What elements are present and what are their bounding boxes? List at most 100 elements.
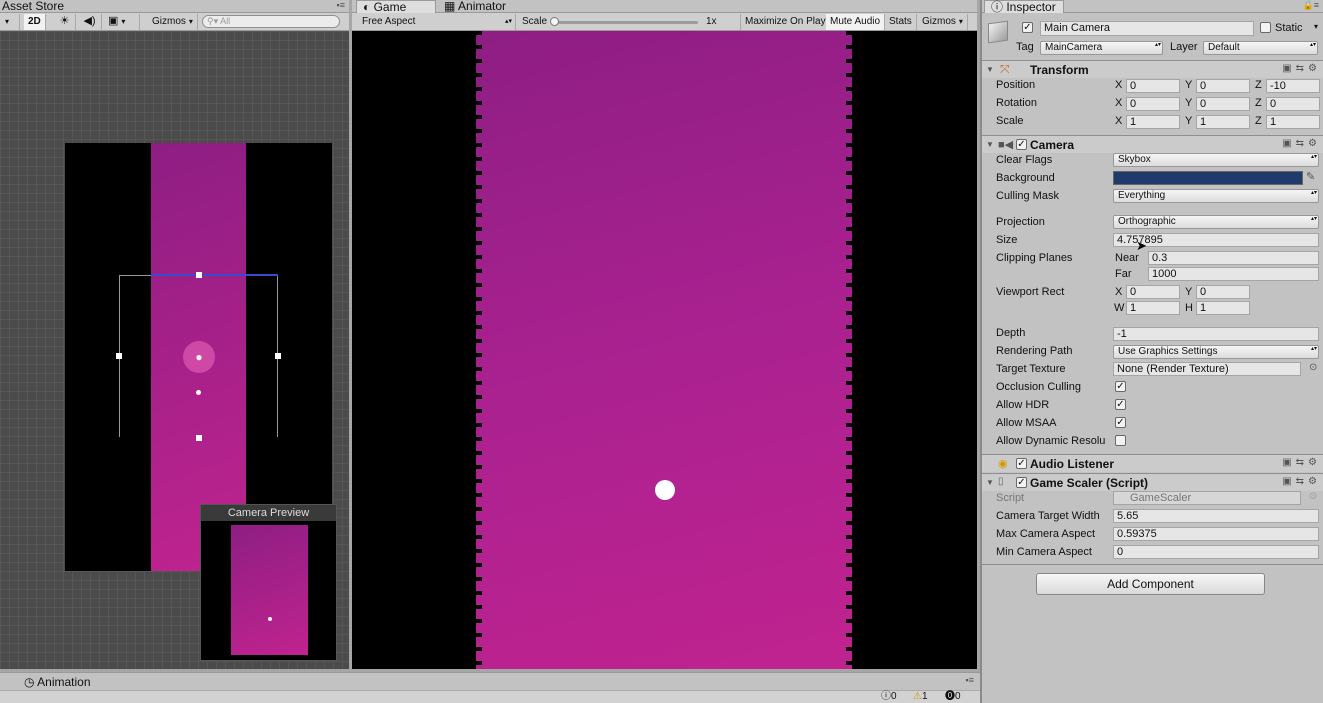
rect-handle-top[interactable] <box>196 272 202 278</box>
static-dropdown[interactable] <box>1311 21 1318 31</box>
panel-menu-icon[interactable]: ▪≡ <box>337 0 345 10</box>
component-settings-icons[interactable]: ▣⇆⚙ <box>1282 63 1321 74</box>
scl-x-label: X <box>1115 115 1123 127</box>
max-camera-aspect-field[interactable]: 0.59375 <box>1113 527 1319 541</box>
effects-dropdown-icon[interactable]: ▣ <box>104 14 140 30</box>
rect-handle-left[interactable] <box>116 353 122 359</box>
script-label: Script <box>996 492 1025 504</box>
add-component-button[interactable]: Add Component <box>1036 573 1265 595</box>
scene-search-input[interactable]: ⚲▾ All <box>202 15 340 28</box>
warning-count[interactable]: ⚠1 <box>913 691 928 703</box>
game-scaler-settings-icons[interactable]: ▣⇆⚙ <box>1282 476 1321 487</box>
aspect-dropdown[interactable]: Free Aspect ▴▾ <box>358 14 516 30</box>
rotation-z-field[interactable]: 0 <box>1266 97 1320 111</box>
scale-x-field[interactable]: 1 <box>1126 115 1180 129</box>
near-label: Near <box>1115 252 1139 264</box>
projection-dropdown[interactable]: Orthographic <box>1113 215 1319 229</box>
layer-dropdown[interactable]: Default <box>1203 41 1318 55</box>
scale-label: Scale <box>996 115 1024 127</box>
rect-handle-right[interactable] <box>275 353 281 359</box>
far-label: Far <box>1115 268 1132 280</box>
audio-listener-settings-icons[interactable]: ▣⇆⚙ <box>1282 457 1321 468</box>
camera-settings-icons[interactable]: ▣⇆⚙ <box>1282 138 1321 149</box>
tab-asset-store[interactable]: Asset Store <box>0 0 70 13</box>
rotation-y-field[interactable]: 0 <box>1196 97 1250 111</box>
error-count[interactable]: ⓿0 <box>945 691 961 703</box>
scene-gizmos-dropdown[interactable]: Gizmos <box>148 14 198 30</box>
rot-z-label: Z <box>1255 97 1262 109</box>
position-y-field[interactable]: 0 <box>1196 79 1250 93</box>
stats-button[interactable]: Stats <box>885 14 917 30</box>
target-texture-field[interactable]: None (Render Texture) <box>1113 362 1301 376</box>
animation-menu-icon[interactable]: ▪≡ <box>966 675 974 685</box>
maximize-on-play-button[interactable]: Maximize On Play <box>740 14 831 30</box>
warning-icon: ⚠ <box>913 691 922 702</box>
audio-toggle-icon[interactable]: ◀) <box>78 14 102 30</box>
max-camera-aspect-label: Max Camera Aspect <box>996 528 1096 540</box>
object-name-field[interactable]: Main Camera <box>1040 21 1254 36</box>
occlusion-culling-checkbox[interactable]: ✓ <box>1115 381 1126 392</box>
position-x-field[interactable]: 0 <box>1126 79 1180 93</box>
min-camera-aspect-field[interactable]: 0 <box>1113 545 1319 559</box>
shading-mode-dropdown[interactable] <box>0 14 20 30</box>
camera-header[interactable]: ▼ ■◀ ✓ Camera ▣⇆⚙ <box>982 135 1323 153</box>
scale-z-field[interactable]: 1 <box>1266 115 1320 129</box>
transform-foldout-icon[interactable]: ▼ <box>986 65 994 74</box>
transform-header[interactable]: ▼ ⤧ Transform ▣⇆⚙ <box>982 60 1323 78</box>
scene-view[interactable]: ● Camera Preview <box>0 31 349 669</box>
depth-label: Depth <box>996 327 1026 339</box>
rect-handle-bottom[interactable] <box>196 435 202 441</box>
allow-hdr-checkbox[interactable]: ✓ <box>1115 399 1126 410</box>
rot-x-label: X <box>1115 97 1123 109</box>
object-picker-icon[interactable]: ⊙ <box>1309 362 1317 373</box>
game-scaler-checkbox[interactable]: ✓ <box>1016 477 1027 488</box>
scale-slider-thumb[interactable] <box>550 17 559 26</box>
position-z-field[interactable]: -10 <box>1266 79 1320 93</box>
viewport-y-field[interactable]: 0 <box>1196 285 1250 299</box>
mute-audio-button[interactable]: Mute Audio <box>826 14 886 30</box>
audio-listener-header[interactable]: ◉ ✓ Audio Listener ▣⇆⚙ <box>982 454 1323 472</box>
active-checkbox[interactable]: ✓ <box>1022 22 1033 33</box>
background-color-swatch[interactable] <box>1113 171 1303 185</box>
tag-dropdown[interactable]: MainCamera <box>1040 41 1163 55</box>
info-count[interactable]: ⓘ0 <box>881 691 897 703</box>
tab-animator[interactable]: ▦ Animator <box>438 0 512 13</box>
depth-field[interactable]: -1 <box>1113 327 1319 341</box>
viewport-w-field[interactable]: 1 <box>1126 301 1180 315</box>
allow-msaa-checkbox[interactable]: ✓ <box>1115 417 1126 428</box>
camera-target-width-field[interactable]: 5.65 <box>1113 509 1319 523</box>
lighting-toggle-icon[interactable]: ☀ <box>54 14 76 30</box>
game-scaler-header[interactable]: ▼ ▯ ✓ Game Scaler (Script) ▣⇆⚙ <box>982 473 1323 491</box>
near-field[interactable]: 0.3 <box>1148 251 1319 265</box>
camera-preview-image <box>231 525 308 655</box>
scl-z-label: Z <box>1255 115 1262 127</box>
rotation-x-field[interactable]: 0 <box>1126 97 1180 111</box>
game-scaler-foldout-icon[interactable]: ▼ <box>986 478 994 487</box>
viewport-h-field[interactable]: 1 <box>1196 301 1250 315</box>
tab-animation[interactable]: ◷ Animation <box>24 675 91 689</box>
camera-enabled-checkbox[interactable]: ✓ <box>1016 139 1027 150</box>
camera-gizmo-icon[interactable]: ● <box>183 341 215 373</box>
culling-mask-dropdown[interactable]: Everything <box>1113 189 1319 203</box>
toggle-2d-button[interactable]: 2D <box>24 14 46 30</box>
viewport-x-field[interactable]: 0 <box>1126 285 1180 299</box>
clear-flags-dropdown[interactable]: Skybox <box>1113 153 1319 167</box>
animation-tabbar: ◷ Animation ▪≡ <box>0 672 980 690</box>
tab-game[interactable]: ◐ Game <box>356 0 436 13</box>
camera-foldout-icon[interactable]: ▼ <box>986 140 994 149</box>
allow-dynamic-resolution-checkbox[interactable] <box>1115 435 1126 446</box>
scale-slider-track[interactable] <box>554 21 698 24</box>
eyedropper-icon[interactable]: ✎ <box>1306 170 1315 183</box>
script-icon: ▯ <box>998 476 1004 487</box>
inspector-lock-icon[interactable]: 🔒≡ <box>1303 0 1319 11</box>
scene-ball-sprite[interactable] <box>196 390 201 395</box>
audio-listener-checkbox[interactable]: ✓ <box>1016 458 1027 469</box>
tab-inspector[interactable]: ⓘ Inspector <box>984 0 1064 13</box>
pos-y-label: Y <box>1185 79 1193 91</box>
game-gizmos-dropdown[interactable]: Gizmos <box>918 14 968 30</box>
static-checkbox[interactable] <box>1260 22 1271 33</box>
rendering-path-dropdown[interactable]: Use Graphics Settings <box>1113 345 1319 359</box>
game-view[interactable] <box>352 31 977 669</box>
scale-y-field[interactable]: 1 <box>1196 115 1250 129</box>
far-field[interactable]: 1000 <box>1148 267 1319 281</box>
